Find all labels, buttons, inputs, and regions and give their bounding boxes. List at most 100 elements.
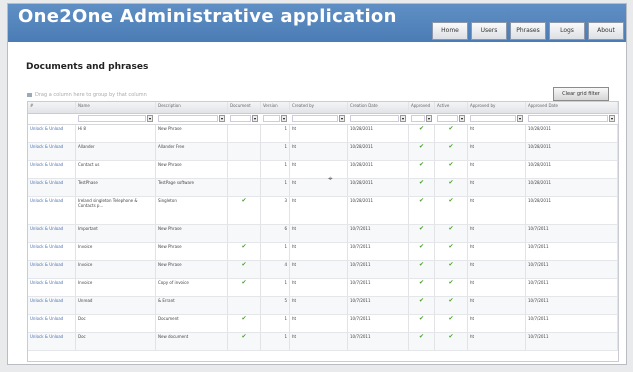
filter-input-version[interactable]: [263, 115, 280, 122]
cell-created-by: ht: [290, 225, 348, 242]
table-row[interactable]: Unlock & Unload Invoice New Phrase ✔ 1 ht 10/7…: [28, 243, 618, 261]
cell-active: ✔: [435, 333, 468, 350]
table-row[interactable]: Unlock & Unload Important New Phrase 6 ht 10/…: [28, 225, 618, 243]
cell-document: ✔: [228, 243, 261, 260]
cell-approved: ✔: [409, 297, 435, 314]
table-row[interactable]: Unlock & Unload Invoice New Phrase ✔ 4 ht 10/7…: [28, 261, 618, 279]
filter-input-name[interactable]: [78, 115, 146, 122]
filter-menu-icon[interactable]: ▾: [252, 115, 258, 122]
grid-header-row: # Name Description Document Version Created b…: [28, 102, 618, 114]
nav-home-button[interactable]: Home: [432, 22, 468, 40]
cell-description: New document: [156, 333, 228, 350]
cell-description: TestPage software: [156, 179, 228, 196]
column-header-document[interactable]: Document: [228, 102, 261, 113]
column-header-created-by[interactable]: Created by: [290, 102, 348, 113]
cell-approved: ✔: [409, 125, 435, 142]
column-header-creation-date[interactable]: Creation Date: [348, 102, 409, 113]
nav-about-button[interactable]: About: [588, 22, 624, 40]
filter-menu-icon[interactable]: ▾: [517, 115, 523, 122]
table-row[interactable]: Unlock & Unload Doc Document ✔ 1 ht 10/7/2011 ✔…: [28, 315, 618, 333]
filter-input-description[interactable]: [158, 115, 218, 122]
nav-users-button[interactable]: Users: [471, 22, 507, 40]
table-row[interactable]: Unlock & Unload Allander Allander Free 1 ht 1…: [28, 143, 618, 161]
unlock-link[interactable]: Unlock & Unload: [28, 297, 76, 314]
cell-approved-date: 10/28/2011: [526, 161, 618, 178]
table-row[interactable]: Unlock & Unload Invoice Copy of invoice ✔ 1 h…: [28, 279, 618, 297]
cell-active: ✔: [435, 297, 468, 314]
unlock-link[interactable]: Unlock & Unload: [28, 243, 76, 260]
cell-approved-date: 10/28/2011: [526, 143, 618, 160]
column-header-active[interactable]: Active: [435, 102, 468, 113]
unlock-link[interactable]: Unlock & Unload: [28, 315, 76, 332]
filter-input-created-by[interactable]: [292, 115, 338, 122]
column-header-approved-by[interactable]: Approved by: [468, 102, 526, 113]
unlock-link[interactable]: Unlock & Unload: [28, 179, 76, 196]
filter-menu-icon[interactable]: ▾: [400, 115, 406, 122]
filter-input-creation-date[interactable]: [350, 115, 399, 122]
cell-version: 4: [261, 261, 290, 278]
nav-logs-button[interactable]: Logs: [549, 22, 585, 40]
table-row[interactable]: Unlock & Unload Unread & Errant 5 ht 10/7/201…: [28, 297, 618, 315]
filter-menu-icon[interactable]: ▾: [459, 115, 465, 122]
app-title: One2One Administrative application: [18, 6, 397, 27]
unlock-link[interactable]: Unlock & Unload: [28, 161, 76, 178]
cell-description: Singleton: [156, 197, 228, 224]
cell-approved-by: ht: [468, 161, 526, 178]
cell-approved: ✔: [409, 261, 435, 278]
column-header-description[interactable]: Description: [156, 102, 228, 113]
cell-active: ✔: [435, 279, 468, 296]
unlock-link[interactable]: Unlock & Unload: [28, 143, 76, 160]
cell-version: 1: [261, 279, 290, 296]
cell-created-by: ht: [290, 197, 348, 224]
cell-name: Invoice: [76, 261, 156, 278]
cell-version: 1: [261, 161, 290, 178]
table-row[interactable]: Unlock & Unload Hi 8 New Phrase 1 ht 10/28/20…: [28, 125, 618, 143]
cell-document: ✔: [228, 333, 261, 350]
column-header-name[interactable]: Name: [76, 102, 156, 113]
filter-menu-icon[interactable]: ▾: [339, 115, 345, 122]
filter-menu-icon[interactable]: ▾: [426, 115, 432, 122]
cell-name: Doc: [76, 315, 156, 332]
cell-approved-by: ht: [468, 333, 526, 350]
cell-name: Unread: [76, 297, 156, 314]
cell-document: [228, 297, 261, 314]
clear-filter-button[interactable]: Clear grid filter: [553, 87, 609, 101]
filter-menu-icon[interactable]: ▾: [219, 115, 225, 122]
filter-menu-icon[interactable]: ▾: [281, 115, 287, 122]
table-row[interactable]: Unlock & Unload Contact us New Phrase 1 ht 10…: [28, 161, 618, 179]
table-row[interactable]: Unlock & Unload TestPhase TestPage softwar…: [28, 179, 618, 197]
filter-input-active[interactable]: [437, 115, 458, 122]
cell-description: Document: [156, 315, 228, 332]
unlock-link[interactable]: Unlock & Unload: [28, 197, 76, 224]
cell-name: Hi 8: [76, 125, 156, 142]
unlock-link[interactable]: Unlock & Unload: [28, 333, 76, 350]
filter-input-approved-by[interactable]: [470, 115, 516, 122]
cell-document: [228, 161, 261, 178]
column-header-version[interactable]: Version: [261, 102, 290, 113]
filter-input-document[interactable]: [230, 115, 251, 122]
table-row[interactable]: Unlock & Unload Ireland singleton Telepho…: [28, 197, 618, 225]
table-row[interactable]: Unlock & Unload Doc New document ✔ 1 ht 10/7/2…: [28, 333, 618, 351]
unlock-link[interactable]: Unlock & Unload: [28, 225, 76, 242]
filter-input-approved[interactable]: [411, 115, 425, 122]
cell-approved: ✔: [409, 161, 435, 178]
column-header-approved-date[interactable]: Approved Date: [526, 102, 618, 113]
nav-phrases-button[interactable]: Phrases: [510, 22, 546, 40]
cell-document: [228, 143, 261, 160]
cell-document: ✔: [228, 315, 261, 332]
cell-name: Contact us: [76, 161, 156, 178]
filter-menu-icon[interactable]: ▾: [147, 115, 153, 122]
unlock-link[interactable]: Unlock & Unload: [28, 261, 76, 278]
column-header-id[interactable]: #: [28, 102, 76, 113]
cell-approved: ✔: [409, 333, 435, 350]
unlock-link[interactable]: Unlock & Unload: [28, 125, 76, 142]
filter-menu-icon[interactable]: ▾: [609, 115, 615, 122]
documents-grid: # Name Description Document Version Created b…: [27, 101, 619, 362]
drag-hint-text: Drag a column here to group by that colu…: [35, 92, 147, 98]
cell-version: 5: [261, 297, 290, 314]
filter-input-approved-date[interactable]: [528, 115, 608, 122]
group-drop-area[interactable]: Drag a column here to group by that colu…: [27, 92, 147, 98]
cell-approved: ✔: [409, 179, 435, 196]
column-header-approved[interactable]: Approved: [409, 102, 435, 113]
unlock-link[interactable]: Unlock & Unload: [28, 279, 76, 296]
